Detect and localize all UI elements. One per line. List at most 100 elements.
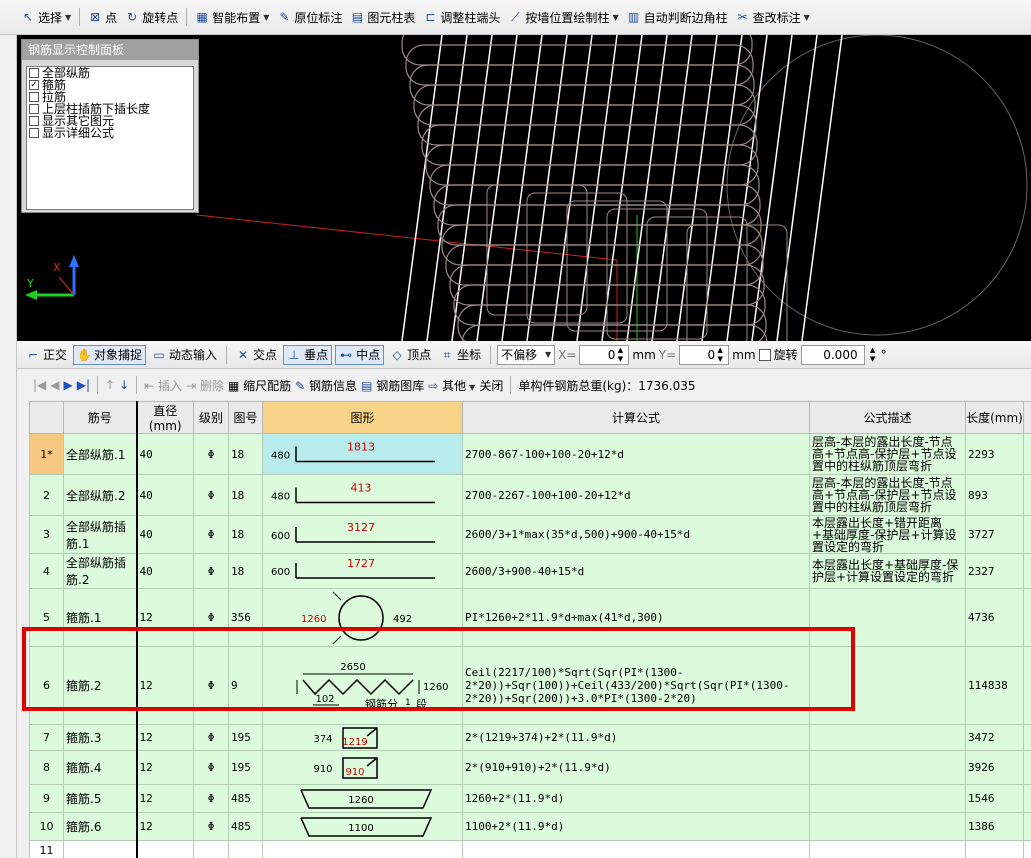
formula-description-cell[interactable]: 本层露出长度+基础厚度-保护层+计算设置设定的弯折	[809, 553, 966, 589]
formula-cell[interactable]: 1100+2*(11.9*d)	[462, 812, 810, 841]
grade-cell[interactable]: Φ	[193, 433, 229, 475]
toolbar-button-4[interactable]: ✎ 原位标注	[274, 6, 345, 28]
rebar-library-button[interactable]: ▤ 钢筋图库	[361, 377, 424, 394]
rotate-spinner-icon[interactable]: ▲ ▼	[868, 346, 878, 364]
grade-cell[interactable]: Φ	[193, 588, 229, 647]
table-row[interactable]: 8 箍筋.4 12 Φ 195 910 910 2*(910+910)+2*(11.9*d) 3…	[29, 750, 1031, 785]
checkbox[interactable]	[29, 68, 39, 78]
formula-cell[interactable]: 2700-867-100+100-20+12*d	[462, 433, 810, 475]
formula-description-cell[interactable]	[809, 646, 966, 725]
rebar-name-cell[interactable]: 全部纵筋.1	[63, 433, 138, 475]
figure-number-cell[interactable]: 18	[228, 474, 263, 516]
column-header-6[interactable]: 计算公式	[462, 401, 810, 434]
shape-cell[interactable]: 600 1727	[262, 553, 463, 589]
length-cell[interactable]: 4736	[965, 588, 1024, 647]
diameter-cell[interactable]: 12	[136, 646, 194, 725]
diameter-cell[interactable]: 40	[136, 474, 194, 516]
delete-button[interactable]: ⇥ 删除	[186, 377, 224, 394]
formula-cell[interactable]: Ceil(2217/100)*Sqrt(Sqr(PI*(1300-2*20))+…	[462, 646, 810, 725]
row-number-cell[interactable]: 8	[29, 750, 64, 785]
figure-number-cell[interactable]: 485	[228, 812, 263, 841]
row-number-cell[interactable]: 2	[29, 474, 64, 516]
row-number-cell[interactable]: 9	[29, 784, 64, 813]
formula-description-cell[interactable]	[809, 812, 966, 841]
length-cell[interactable]: 1386	[965, 812, 1024, 841]
figure-number-cell[interactable]: 195	[228, 724, 263, 751]
extra-cell[interactable]	[1023, 840, 1031, 858]
diameter-cell[interactable]: 12	[136, 784, 194, 813]
rotate-checkbox[interactable]	[758, 348, 771, 361]
row-number-cell[interactable]: 10	[29, 812, 64, 841]
formula-cell[interactable]: 2*(1219+374)+2*(11.9*d)	[462, 724, 810, 751]
extra-cell[interactable]	[1023, 515, 1031, 554]
grade-cell[interactable]: Φ	[193, 724, 229, 751]
table-row[interactable]: 6 箍筋.2 12 Φ 9 2650 1260 102 钢筋分 1 段 Ceil(2217/100)*…	[29, 646, 1031, 725]
figure-number-cell[interactable]	[228, 840, 263, 858]
table-row[interactable]: 5 箍筋.1 12 Φ 356 1260 492 PI*1260+2*11.9*d+max(4…	[29, 588, 1031, 647]
rebar-name-cell[interactable]: 箍筋.4	[63, 750, 138, 785]
next-record-icon[interactable]: ▶	[64, 378, 73, 392]
length-cell[interactable]: 2293	[965, 433, 1024, 475]
toolbar-button-2[interactable]: ↻ 旋转点	[122, 6, 181, 28]
midpoint-snap[interactable]: ⊷ 中点	[335, 344, 385, 365]
close-button[interactable]: 关闭	[479, 377, 503, 394]
table-row[interactable]: 4 全部纵筋插筋.2 40 Φ 18 600 1727 2600/3+900-40+15*d 本…	[29, 553, 1031, 589]
figure-number-cell[interactable]: 485	[228, 784, 263, 813]
extra-cell[interactable]	[1023, 646, 1031, 725]
coordinate-snap[interactable]: ⌗ 坐标	[437, 345, 484, 365]
rebar-name-cell[interactable]: 箍筋.1	[63, 588, 138, 647]
rebar-info-button[interactable]: ✎ 钢筋信息	[295, 377, 357, 394]
formula-description-cell[interactable]: 本层露出长度+错开距离+基础厚度-保护层+计算设置设定的弯折	[809, 515, 966, 554]
move-down-icon[interactable]: ↓	[119, 378, 129, 392]
figure-number-cell[interactable]: 18	[228, 553, 263, 589]
rebar-name-cell[interactable]: 箍筋.3	[63, 724, 138, 751]
diameter-cell[interactable]: 12	[136, 750, 194, 785]
ortho-toggle[interactable]: ⌐ 正交	[23, 345, 70, 365]
toolbar-button-5[interactable]: ▤ 图元柱表	[347, 6, 418, 28]
shape-cell[interactable]: 480 413	[262, 474, 463, 516]
length-cell[interactable]: 893	[965, 474, 1024, 516]
formula-cell[interactable]: PI*1260+2*11.9*d+max(41*d,300)	[462, 588, 810, 647]
shape-cell[interactable]: 1260	[262, 784, 463, 813]
grade-cell[interactable]	[193, 840, 229, 858]
extra-cell[interactable]	[1023, 474, 1031, 516]
formula-cell[interactable]: 2*(910+910)+2*(11.9*d)	[462, 750, 810, 785]
shape-cell[interactable]: 910 910	[262, 750, 463, 785]
grade-cell[interactable]: Φ	[193, 646, 229, 725]
extra-cell[interactable]	[1023, 812, 1031, 841]
column-header-5[interactable]: 图形	[262, 401, 463, 434]
vertex-snap[interactable]: ◇ 顶点	[387, 345, 434, 365]
column-header-9[interactable]	[1023, 401, 1031, 434]
row-number-cell[interactable]: 3	[29, 515, 64, 554]
shape-cell[interactable]: 1260 492	[262, 588, 463, 647]
grade-cell[interactable]: Φ	[193, 812, 229, 841]
intersection-snap[interactable]: ✕ 交点	[233, 345, 280, 365]
length-cell[interactable]	[965, 840, 1024, 858]
row-number-cell[interactable]: 4	[29, 553, 64, 589]
x-offset-input[interactable]: 0 ▲ ▼	[579, 344, 630, 365]
row-number-cell[interactable]: 6	[29, 646, 64, 725]
table-row[interactable]: 1* 全部纵筋.1 40 Φ 18 480 1813 2700-867-100+100-20+…	[29, 433, 1031, 475]
formula-description-cell[interactable]: 层高-本层的露出长度-节点高+节点高-保护层+节点设置中的柱纵筋顶层弯折	[809, 433, 966, 475]
perpendicular-snap[interactable]: ⊥ 垂点	[283, 344, 333, 365]
diameter-cell[interactable]: 40	[136, 553, 194, 589]
formula-description-cell[interactable]	[809, 588, 966, 647]
toolbar-button-8[interactable]: ▥ 自动判断边角柱	[624, 6, 731, 28]
length-cell[interactable]: 3926	[965, 750, 1024, 785]
diameter-cell[interactable]: 40	[136, 433, 194, 475]
row-number-cell[interactable]: 11	[29, 840, 64, 858]
figure-number-cell[interactable]: 356	[228, 588, 263, 647]
3d-view[interactable]: 钢筋显示控制面板 全部纵筋 ✓ 箍筋 拉筋 上层柱插筋下插长度 显示其它图元 显示详细公式 …	[17, 35, 1031, 341]
length-cell[interactable]: 2327	[965, 553, 1024, 589]
table-row[interactable]: 9 箍筋.5 12 Φ 485 1260 1260+2*(11.9*d) 1546	[29, 784, 1031, 813]
table-row[interactable]: 7 箍筋.3 12 Φ 195 374 1219 2*(1219+374)+2*(11.9*d…	[29, 724, 1031, 751]
column-header-0[interactable]	[29, 401, 64, 434]
scale-rebar-button[interactable]: ▦ 缩尺配筋	[228, 377, 291, 394]
diameter-cell[interactable]: 12	[136, 724, 194, 751]
toolbar-button-1[interactable]: ⊠ 点	[85, 6, 120, 28]
checkbox[interactable]	[29, 104, 39, 114]
rebar-name-cell[interactable]: 全部纵筋插筋.2	[63, 553, 138, 589]
length-cell[interactable]: 1546	[965, 784, 1024, 813]
column-header-8[interactable]: 长度(mm)	[965, 401, 1024, 434]
shape-cell[interactable]: 1100	[262, 812, 463, 841]
